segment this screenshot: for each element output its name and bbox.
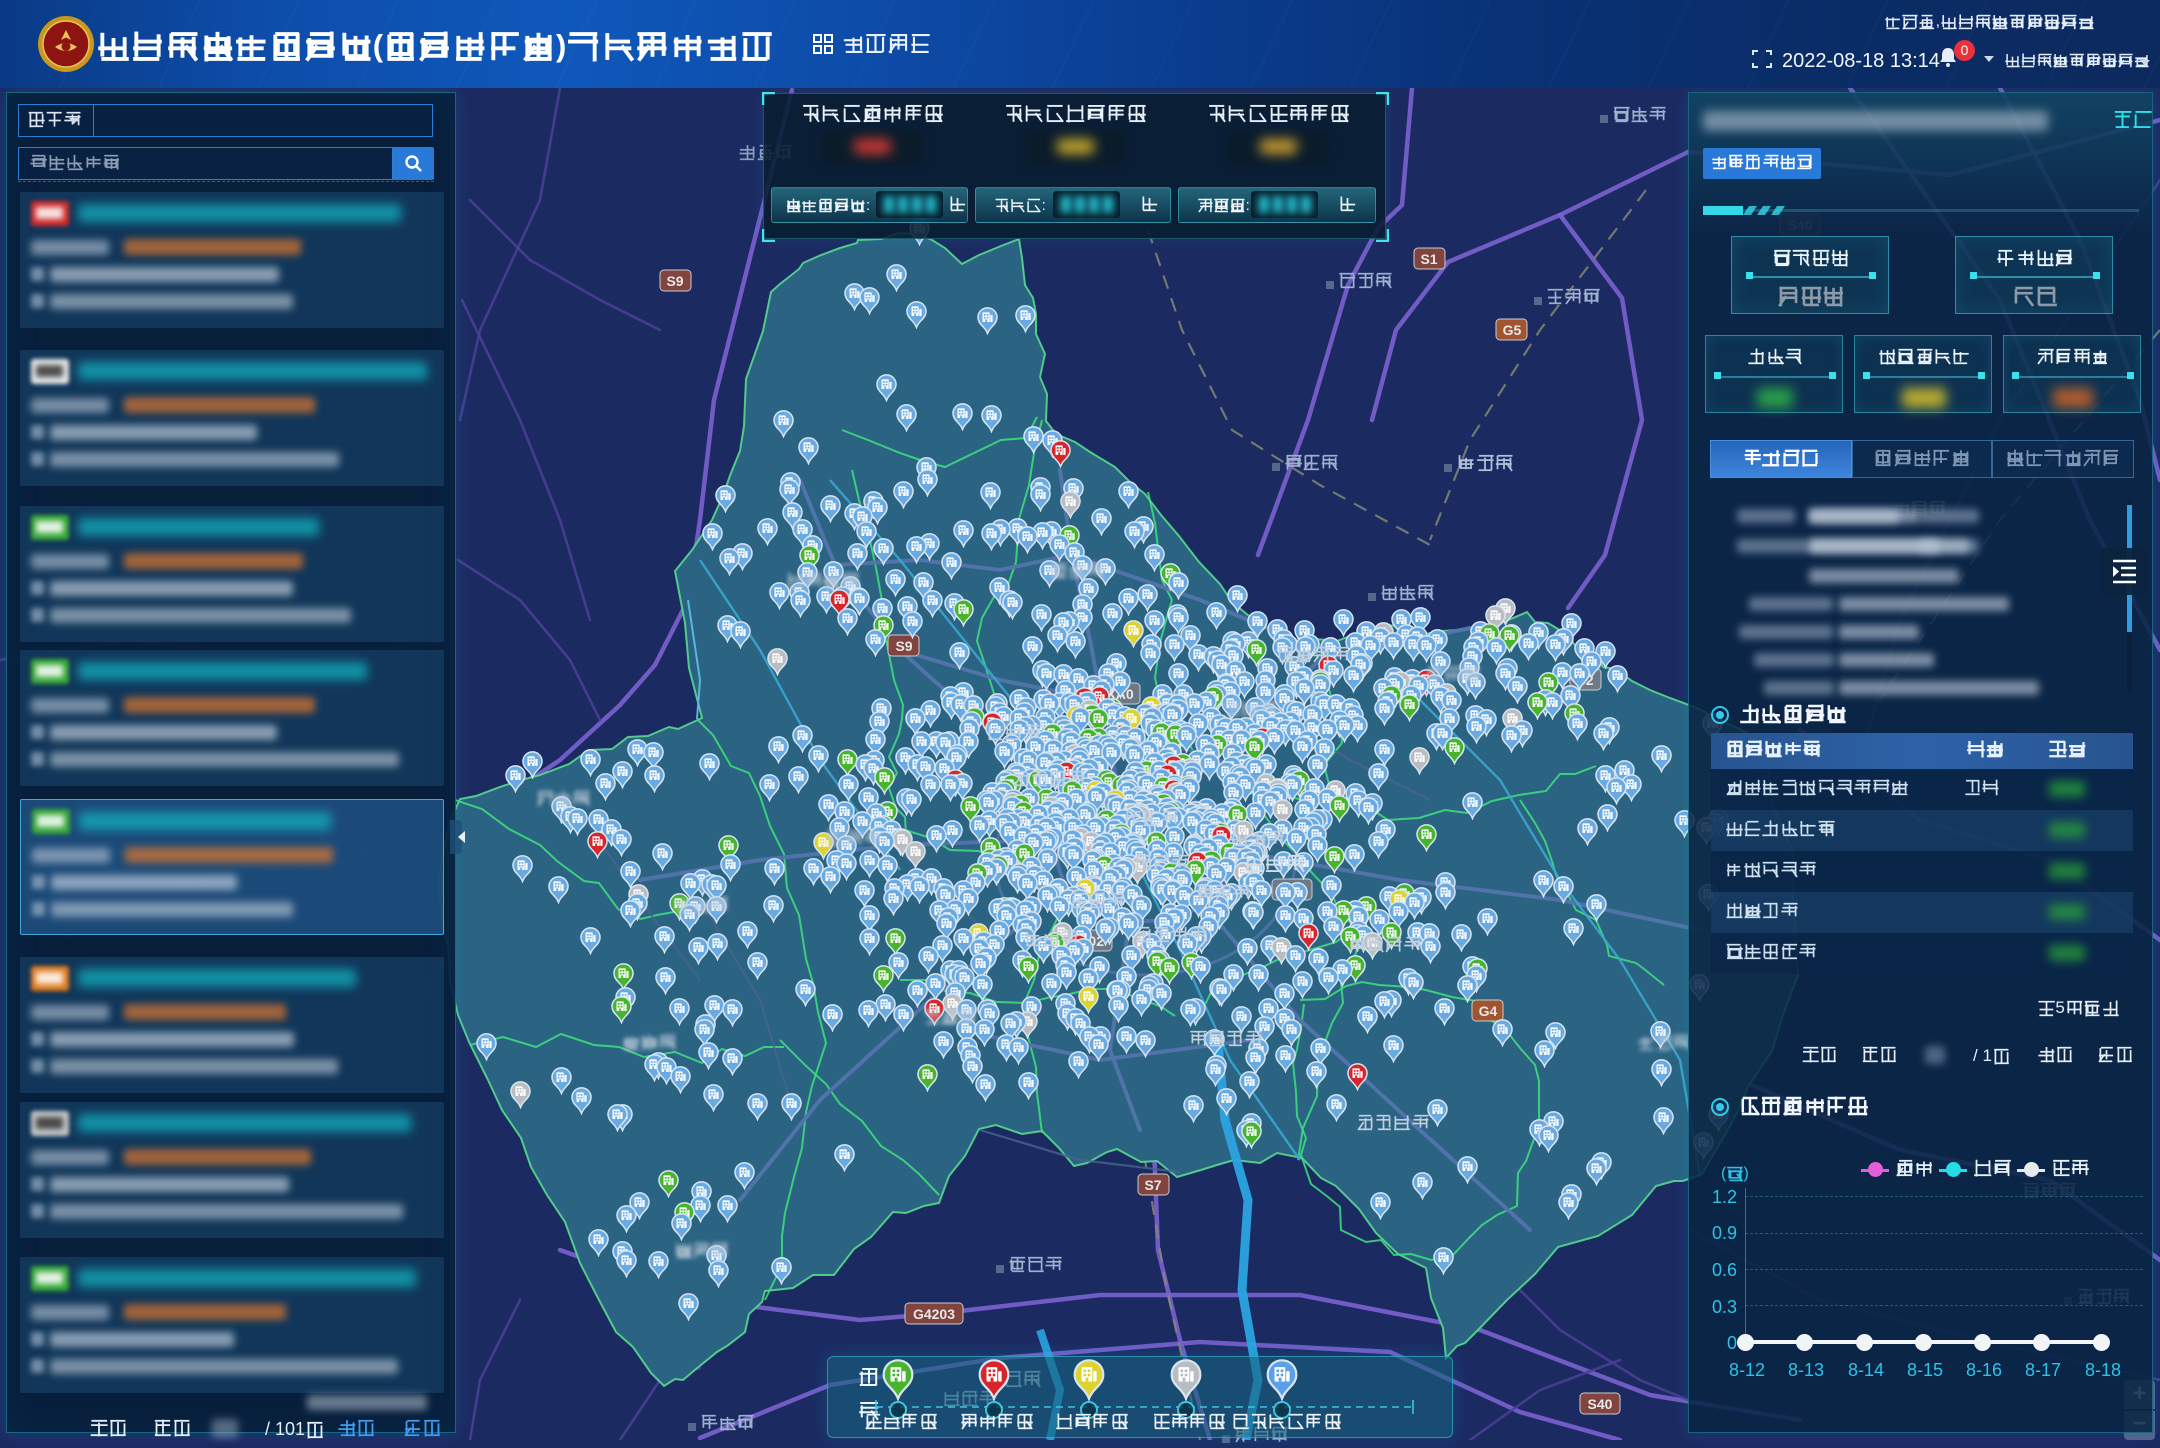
svg-text:G5: G5 (1503, 322, 1522, 338)
svg-text:S7: S7 (1144, 1177, 1161, 1193)
svg-text:S9: S9 (895, 638, 912, 654)
svg-text:G4203: G4203 (913, 1306, 955, 1322)
svg-text:S1: S1 (1420, 251, 1437, 267)
svg-text:G4: G4 (1479, 1003, 1498, 1019)
svg-text:S9: S9 (666, 273, 683, 289)
svg-text:S40: S40 (1588, 1396, 1613, 1412)
